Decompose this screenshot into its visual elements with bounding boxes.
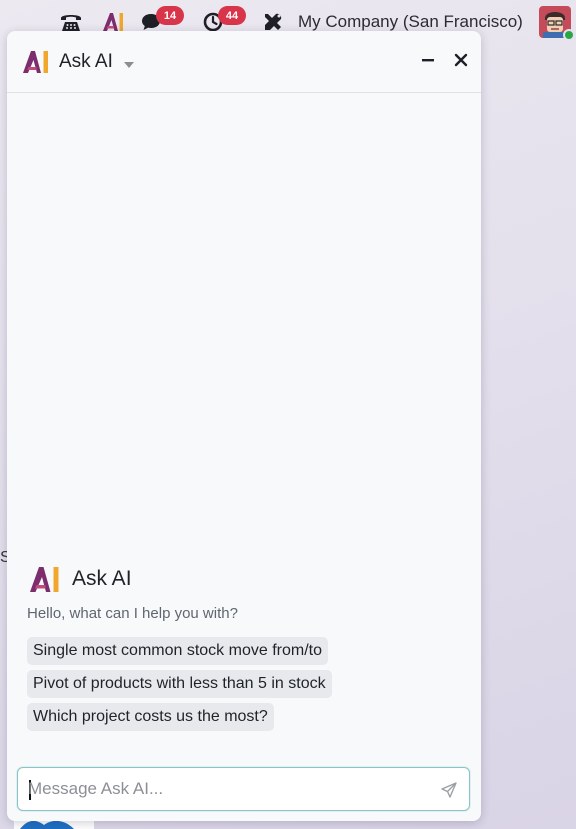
close-icon [454,53,468,67]
welcome-greeting: Hello, what can I help you with? [27,605,238,622]
minimize-icon [422,59,434,62]
send-button[interactable] [438,779,460,801]
suggestion-chip[interactable]: Pivot of products with less than 5 in st… [27,670,332,698]
close-button[interactable] [450,49,472,71]
ask-ai-welcome-logo-icon [29,566,61,593]
minimize-button[interactable] [417,49,439,71]
online-status-dot [563,29,575,41]
chat-window-title[interactable]: Ask AI [59,51,113,73]
ask-ai-chat-window: Ask AI Ask AI Hello, what can I help you… [7,31,481,821]
suggestion-chip[interactable]: Single most common stock move from/to [27,637,328,665]
user-avatar[interactable] [539,6,575,41]
ask-ai-logo-icon [22,50,50,74]
suggestion-list: Single most common stock move from/to Pi… [27,637,332,731]
activity-count-badge: 44 [218,6,246,25]
chat-unread-badge: 14 [156,6,184,25]
suggestion-chip[interactable]: Which project costs us the most? [27,703,274,731]
message-input[interactable] [28,768,428,810]
welcome-title: Ask AI [72,567,132,590]
chat-window-header: Ask AI [7,31,481,93]
message-composer [17,767,470,811]
chevron-down-icon[interactable] [123,57,135,68]
send-icon [441,782,457,798]
